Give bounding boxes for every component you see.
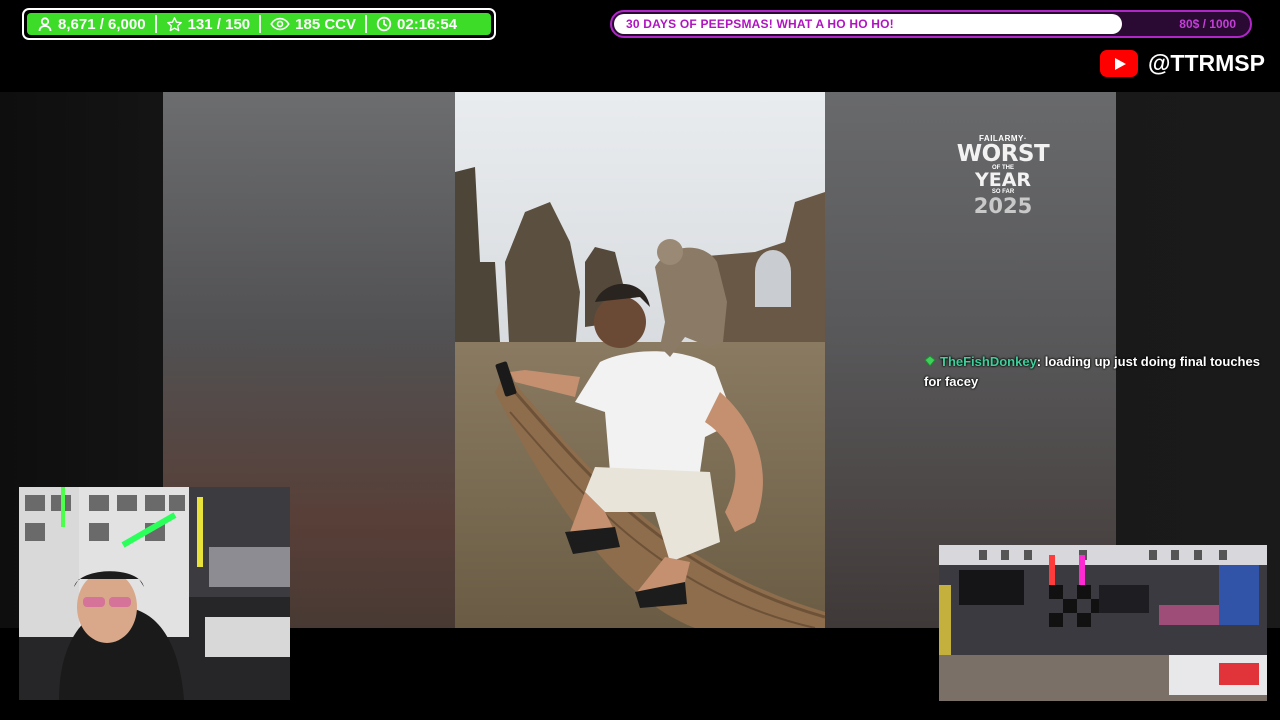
followers-value: 8,671 / 6,000 bbox=[58, 15, 146, 33]
room-webcam bbox=[939, 545, 1267, 701]
star-icon bbox=[166, 16, 182, 31]
divider bbox=[154, 15, 157, 33]
stream-stats-bar: 8,671 / 6,000 131 / 150 185 CCV 02:16:54 bbox=[22, 8, 496, 40]
clock-icon bbox=[376, 16, 392, 32]
eye-icon bbox=[270, 17, 290, 31]
uptime-stat: 02:16:54 bbox=[367, 16, 466, 33]
stream-stats-inner: 8,671 / 6,000 131 / 150 185 CCV 02:16:54 bbox=[27, 13, 491, 35]
channel-handle-text: @TTRMSP bbox=[1148, 50, 1265, 76]
video-frame bbox=[455, 92, 825, 628]
chat-username: TheFishDonkey bbox=[940, 354, 1037, 369]
youtube-icon bbox=[1100, 50, 1138, 77]
streamer-webcam bbox=[19, 487, 290, 700]
divider bbox=[365, 15, 368, 33]
followers-stat: 8,671 / 6,000 bbox=[35, 16, 155, 33]
goal-count: 80$ / 1000 bbox=[1179, 17, 1236, 31]
channel-handle: @TTRMSP bbox=[1100, 50, 1265, 77]
webcam-image bbox=[19, 487, 290, 700]
subs-stat: 131 / 150 bbox=[157, 16, 260, 33]
failarmy-worst: WORST bbox=[956, 141, 1050, 167]
gem-badge-icon bbox=[924, 355, 936, 367]
failarmy-year: YEAR bbox=[974, 169, 1032, 191]
room-webcam-image bbox=[939, 545, 1267, 701]
chat-message: TheFishDonkey: loading up just doing fin… bbox=[924, 352, 1280, 392]
uptime-value: 02:16:54 bbox=[397, 15, 458, 33]
viewers-value: 185 CCV bbox=[295, 15, 357, 33]
user-icon bbox=[38, 17, 52, 32]
donation-goal-bar: 30 DAYS OF PEEPSMAS! WHAT A HO HO HO! 80… bbox=[610, 10, 1252, 38]
chat-overlay: TheFishDonkey: loading up just doing fin… bbox=[924, 352, 1280, 392]
failarmy-logo: FAILARMY· WORST OF THE YEAR SO FAR 2025 bbox=[953, 134, 1053, 217]
video-scene-image bbox=[455, 92, 825, 628]
failarmy-2025: 2025 bbox=[973, 194, 1033, 218]
divider bbox=[259, 15, 262, 33]
viewers-stat: 185 CCV bbox=[261, 16, 365, 33]
goal-title: 30 DAYS OF PEEPSMAS! WHAT A HO HO HO! bbox=[626, 17, 894, 31]
subs-value: 131 / 150 bbox=[187, 15, 251, 33]
